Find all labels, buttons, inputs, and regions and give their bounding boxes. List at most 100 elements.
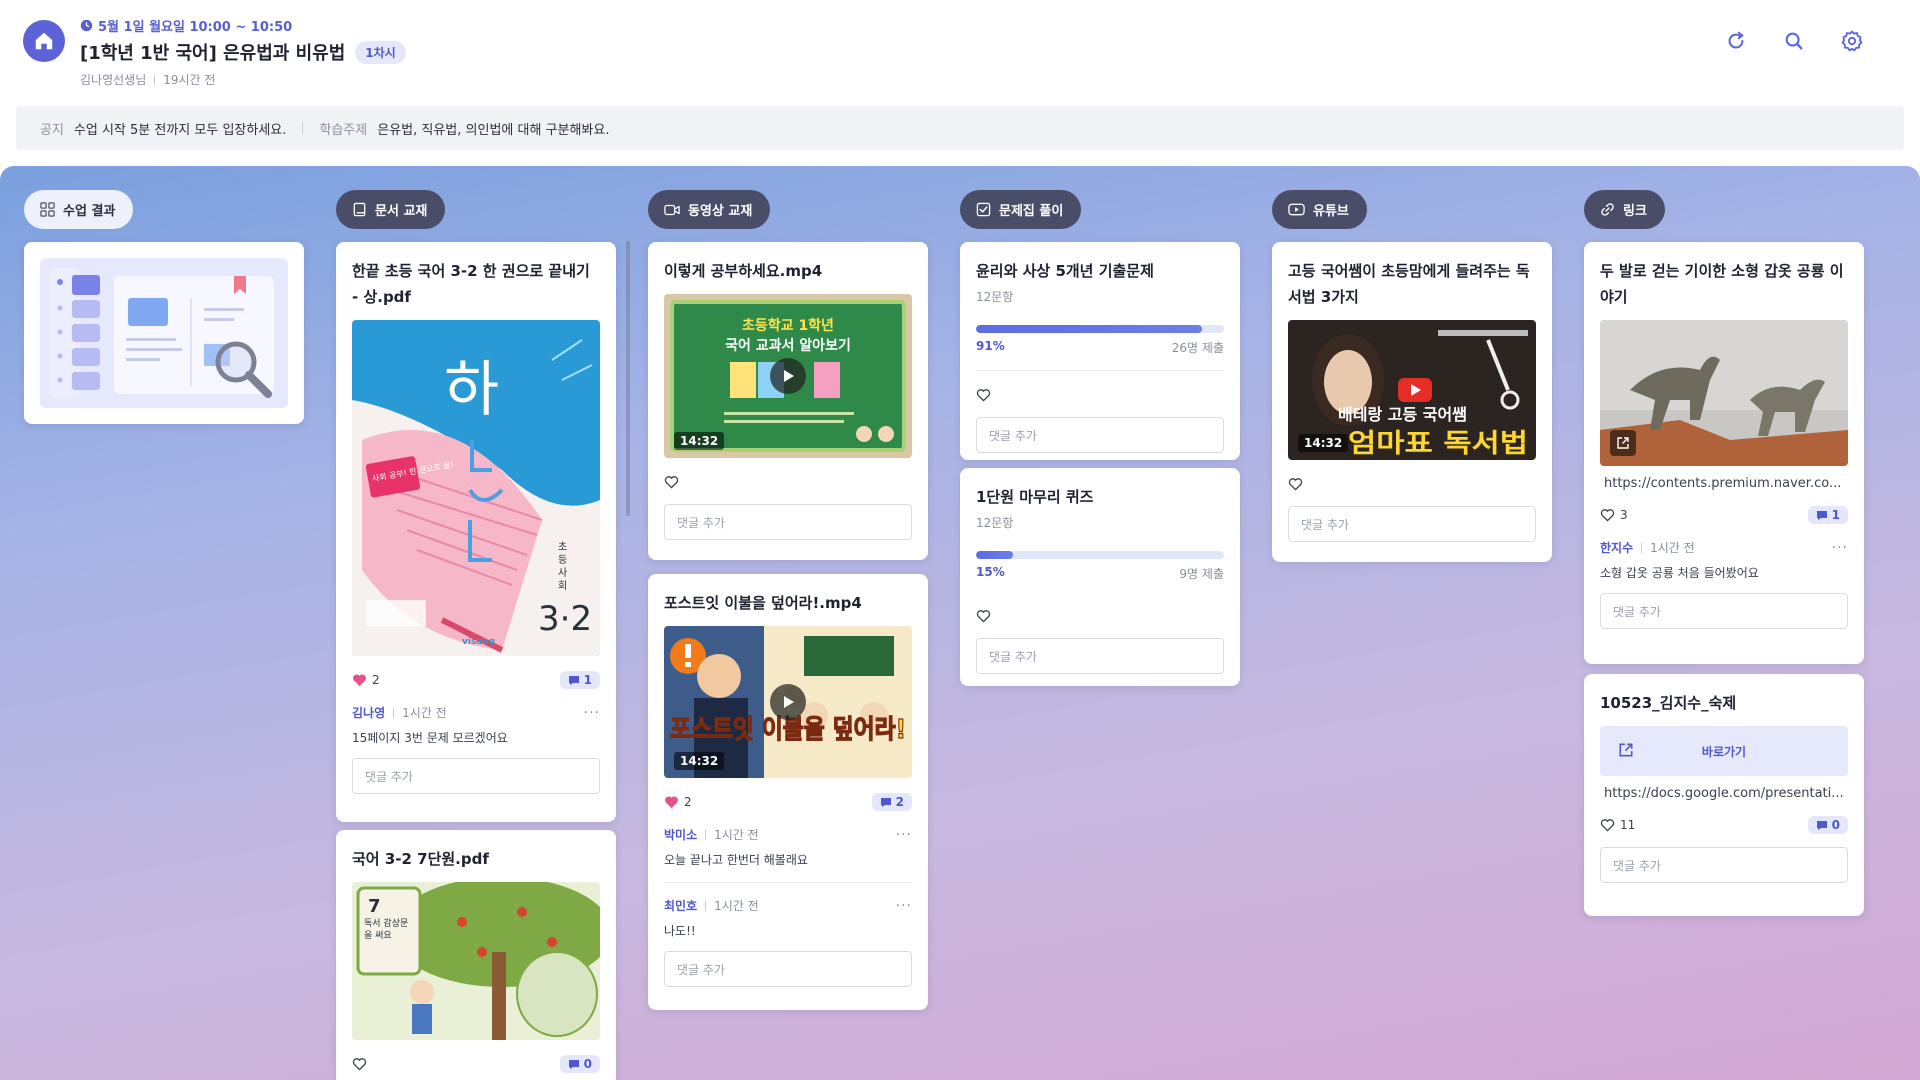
column-label: 링크 [1623,204,1647,219]
lesson-date: 5월 1일 월요일 10:00 ~ 10:50 [80,16,292,35]
refresh-button[interactable] [1723,28,1749,54]
like-button[interactable] [976,388,991,402]
comment-count-badge[interactable]: 0 [1807,816,1848,834]
comment-author-row: 최민호 1시간 전 ··· [664,897,912,914]
video-thumbnail[interactable]: 배테랑 고등 국어쌤 엄마표 독서법 14:32 [1288,320,1536,460]
settings-button[interactable] [1839,28,1865,54]
author-divider [705,900,707,911]
refresh-icon [1728,31,1744,49]
heart-filled-icon [665,796,678,809]
quiz-card[interactable]: 윤리와 사상 5개년 기출문제 12문항 91% 26명 제출 댓글 추가 [960,242,1240,460]
like-button[interactable] [352,1057,372,1071]
comment-input[interactable]: 댓글 추가 [976,417,1224,453]
author-divider [1641,542,1643,553]
question-count: 12문항 [976,290,1014,304]
column-chip-youtube[interactable]: 유튜브 [1272,190,1367,229]
card-title: 1단원 마무리 퀴즈 [976,488,1094,506]
thumb-line2: 엄마표 독서법 [1348,429,1528,459]
comment-input[interactable]: 댓글 추가 [976,638,1224,674]
like-count: 2 [372,673,380,687]
comment-divider [664,882,912,883]
heart-icon [976,389,991,402]
comment-input[interactable]: 댓글 추가 [1288,506,1536,542]
like-button[interactable]: 11 [1600,818,1635,832]
video-thumbnail[interactable]: 포스트잇 이불을 덮어라! 14:32 [664,626,912,778]
link-url[interactable]: https://contents.premium.naver.co... [1600,476,1848,491]
column-chip-videos[interactable]: 동영상 교재 [648,190,771,229]
comment-author: 최민호 [664,899,698,913]
play-button[interactable] [770,358,806,394]
header-actions [1723,28,1865,54]
link-card[interactable]: 두 발로 걷는 기이한 소형 갑옷 공룡 이야기 https://content… [1584,242,1864,664]
link-url[interactable]: https://docs.google.com/presentati... [1600,786,1848,801]
reaction-row: 2 1 [352,670,600,690]
heart-icon [664,476,679,489]
comment-input[interactable]: 댓글 추가 [1600,593,1848,629]
board-time: 19시간 전 [163,73,216,87]
more-icon[interactable]: ··· [896,827,912,843]
link-card[interactable]: 10523_김지수_숙제 바로가기 https://docs.google.co… [1584,674,1864,916]
notice-label: 공지 [40,122,64,138]
comment-count-badge[interactable]: 1 [559,671,600,689]
video-card[interactable]: 이렇게 공부하세요.mp4 초등학교 1학년 국어 교과서 알아보기 14:32 [648,242,928,560]
comment-count-badge[interactable]: 0 [559,1055,600,1073]
card-title: 포스트잇 이불을 덮어라!.mp4 [664,594,862,612]
open-link-button[interactable]: 바로가기 [1600,726,1848,776]
comment-author: 박미소 [664,828,698,842]
home-button[interactable] [23,20,65,62]
column-chip-quiz[interactable]: 문제집 풀이 [960,190,1082,229]
pdf-cover: 7 독서 감상문을 써요 [352,882,600,1040]
like-button[interactable]: 3 [1600,508,1628,522]
search-button[interactable] [1781,28,1807,54]
play-button[interactable] [770,684,806,720]
reaction-row: 3 1 [1600,505,1848,525]
comment-count: 0 [583,1057,592,1071]
open-link-button[interactable] [1610,430,1636,456]
doc-card[interactable]: 국어 3-2 7단원.pdf 7 독서 감상문을 써요 0 [336,830,616,1080]
submitted-count: 26명 제출 [1171,341,1224,355]
lesson-date-text: 5월 1일 월요일 10:00 ~ 10:50 [98,20,293,35]
board-author: 김나영선생님 [80,73,147,87]
comment-input[interactable]: 댓글 추가 [664,504,912,540]
thumb-line1: 배테랑 고등 국어쌤 [1338,405,1467,424]
like-button[interactable]: 2 [664,795,692,809]
like-button[interactable] [664,475,679,489]
cover-small-1: 초 [558,541,567,553]
heart-icon [352,1058,367,1071]
like-button[interactable] [976,609,991,623]
comment-count-badge[interactable]: 2 [871,793,912,811]
video-card[interactable]: 포스트잇 이불을 덮어라!.mp4 포스트잇 이불을 덮어라! 14:32 2 … [648,574,928,1010]
heart-filled-icon [353,674,366,687]
session-badge: 1차시 [355,40,406,64]
video-duration: 14:32 [674,432,725,450]
search-icon [1785,32,1803,50]
link-preview-art [1600,320,1848,466]
reaction-row [664,472,912,492]
column-chip-results[interactable]: 수업 결과 [24,190,134,229]
like-button[interactable] [1288,477,1303,491]
more-icon[interactable]: ··· [896,898,912,914]
more-icon[interactable]: ··· [1832,540,1848,556]
board-header: 5월 1일 월요일 10:00 ~ 10:50 [1학년 1반 국어] 은유법과… [0,0,1920,165]
comment-input[interactable]: 댓글 추가 [1600,847,1848,883]
like-button[interactable]: 2 [352,673,380,687]
more-icon[interactable]: ··· [584,705,600,721]
column-scrollbar[interactable] [626,241,630,516]
youtube-card[interactable]: 고등 국어쌤이 초등맘에게 들려주는 독서법 3가지 배테랑 고등 국어쌤 엄마… [1272,242,1552,562]
video-thumbnail[interactable]: 초등학교 1학년 국어 교과서 알아보기 14:32 [664,294,912,458]
comment-input[interactable]: 댓글 추가 [664,951,912,987]
quiz-card[interactable]: 1단원 마무리 퀴즈 12문항 15% 9명 제출 댓글 추가 [960,468,1240,686]
link-preview[interactable] [1600,320,1848,466]
progress-fill [976,551,1014,559]
doc-card[interactable]: 한끝 초등 국어 3-2 한 권으로 끝내기 - 상.pdf 하 사회 공부! … [336,242,616,822]
column-label: 유튜브 [1313,204,1349,219]
results-card[interactable] [24,242,304,424]
cover-grade: 3·2 [538,599,592,639]
comment-count-badge[interactable]: 1 [1807,506,1848,524]
comment-input[interactable]: 댓글 추가 [352,758,600,794]
column-chip-links[interactable]: 링크 [1584,190,1665,229]
column-chip-docs[interactable]: 문서 교재 [336,190,446,229]
like-count: 11 [1620,818,1636,832]
board-canvas: 수업 결과 문서 교재 한끝 초등 국어 3-2 한 권으로 끝내기 - 상.p… [0,166,1920,1080]
topic-label: 학습주제 [319,122,368,138]
